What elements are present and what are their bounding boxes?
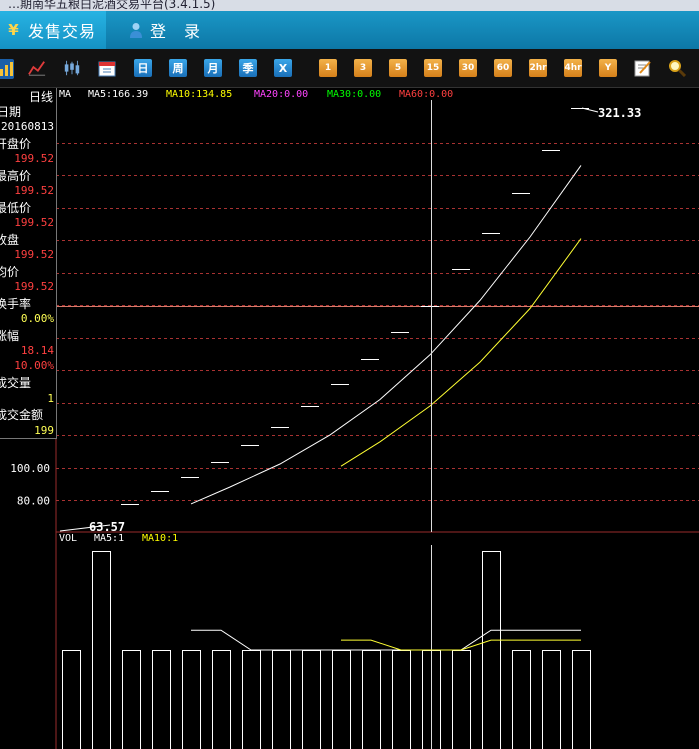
volume-bar [542,650,561,749]
ma10-line [340,238,582,467]
volume-bar [122,650,141,749]
vol-ma10-legend: MA10:1 [142,533,179,544]
min-price-label: 63.57 [89,520,125,534]
ma20-legend: MA20:0.00 [254,89,309,100]
turnover-value: 0.00% [20,312,54,325]
change-label: 涨幅 [0,329,20,343]
date-value: 20160813 [1,120,54,133]
volume-bar [92,551,111,749]
ma-legend-title: MA [59,89,72,100]
ma5-legend: MA5:166.39 [88,89,149,100]
kline-chart[interactable]: 80.00 100.00 321.33 63.57 [0,0,699,749]
low-label: 最低价 [0,201,32,215]
vol-ma5-legend: MA5:1 [94,533,125,544]
open-label: 开盘价 [0,137,32,151]
date-label: 日期 [0,105,22,119]
ma60-legend: MA60:0.00 [399,89,454,100]
close-value: 199.52 [14,248,54,261]
max-marker [581,107,599,113]
volume-bar [62,650,81,749]
avg-value: 199.52 [14,280,54,293]
price-tick-label: 80.00 [17,494,50,507]
max-price-label: 321.33 [598,106,641,120]
period-label: 日线 [28,90,53,104]
open-value: 199.52 [14,152,54,165]
low-value: 199.52 [14,216,54,229]
ma30-legend: MA30:0.00 [327,89,382,100]
close-label: 收盘 [0,233,20,247]
volume-bar [152,650,171,749]
volume-bar [212,650,231,749]
volume-bar [512,650,531,749]
amount-label: 成交金额 [0,408,44,422]
volume-ma10-line [341,639,581,651]
volume-bar [242,650,261,749]
high-label: 最高价 [0,169,32,183]
high-value: 199.52 [14,184,54,197]
amount-value: 199 [34,424,54,437]
volume-bar [302,650,321,749]
volume-bar [272,650,291,749]
change-value: 18.14 [20,344,54,357]
ma10-legend: MA10:134.85 [166,89,233,100]
volume-label: 成交量 [0,376,32,390]
ma5-line [190,165,582,505]
volume-bar [482,551,501,749]
volume-value: 1 [47,392,54,405]
volume-bar [452,650,471,749]
info-panel: 日线 日期 20160813 开盘价 199.52 最高价 199.52 最低价… [0,88,57,439]
volume-bar [332,650,351,749]
avg-label: 均价 [0,265,20,279]
change-percent-value: 10.00% [14,359,54,372]
volume-bar [182,650,201,749]
price-tick-label: 100.00 [10,462,50,475]
vol-legend-title: VOL [59,533,78,544]
volume-bar [392,650,411,749]
turnover-label: 换手率 [0,297,32,311]
volume-bar [572,650,591,749]
volume-bar [362,650,381,749]
